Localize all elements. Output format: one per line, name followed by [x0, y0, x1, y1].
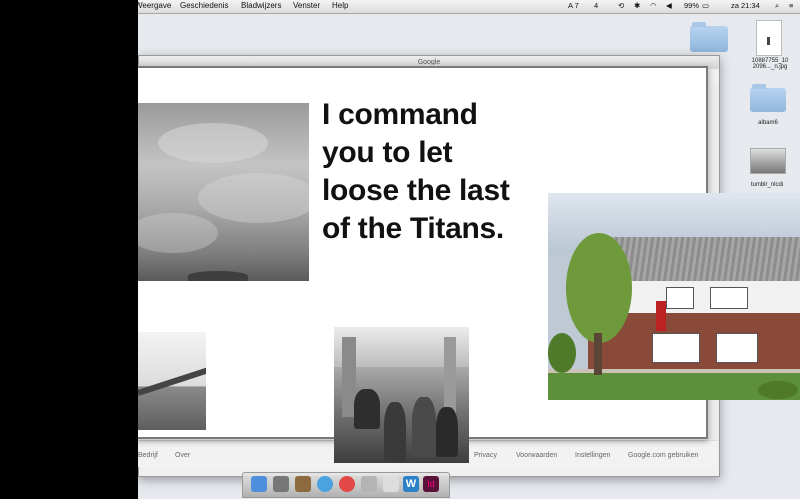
status-badge-b[interactable]: 4	[594, 1, 598, 10]
time-machine-icon[interactable]: ⟲	[618, 1, 624, 10]
clock[interactable]: za 21:34	[731, 1, 760, 10]
safari-icon[interactable]	[273, 476, 289, 492]
sky-photo	[138, 103, 309, 281]
preview-icon[interactable]	[361, 476, 377, 492]
status-badge-a[interactable]: A 7	[568, 1, 579, 10]
word-icon[interactable]: W	[403, 476, 419, 492]
battery-icon[interactable]: ▭	[702, 1, 709, 10]
quote-line: of the Titans.	[322, 212, 504, 245]
footer-link-voorwaarden[interactable]: Voorwaarden	[516, 452, 557, 459]
menu-geschiedenis[interactable]: Geschiedenis	[180, 1, 228, 10]
quote-line: you to let	[322, 136, 453, 169]
footer-link-bedrijf[interactable]: Bedrijf	[138, 452, 158, 459]
folder-icon[interactable]	[750, 84, 786, 112]
quote-line: I command	[322, 98, 478, 131]
bluetooth-icon[interactable]: ✱	[634, 1, 640, 10]
desktop-file-label: tumblr_nlcdi	[750, 182, 784, 188]
desktop-file-label: 10887755_10 2096..._n.jpg	[751, 58, 789, 70]
dock: W Id	[242, 472, 450, 498]
footer-link-instellingen[interactable]: Instellingen	[575, 452, 610, 459]
itunes-icon[interactable]	[339, 476, 355, 492]
desktop-folder-label: albam6	[758, 120, 778, 126]
wifi-icon[interactable]: ◠	[650, 1, 657, 10]
crowd-photo	[334, 327, 469, 463]
appstore-icon[interactable]	[317, 476, 333, 492]
volume-icon[interactable]: ◀	[666, 1, 672, 10]
image-file-icon[interactable]	[756, 20, 782, 56]
game-icon[interactable]	[383, 476, 399, 492]
menu-help[interactable]: Help	[332, 1, 348, 10]
footer-link-over[interactable]: Over	[175, 452, 190, 459]
house-photo	[548, 193, 800, 400]
menu-weergave[interactable]: Weergave	[135, 1, 171, 10]
spotlight-icon[interactable]: ⌕	[775, 1, 779, 11]
folder-icon[interactable]	[690, 22, 728, 52]
image-file-icon[interactable]	[750, 148, 786, 174]
menu-venster[interactable]: Venster	[293, 1, 320, 10]
menu-bladwijzers[interactable]: Bladwijzers	[241, 1, 281, 10]
notification-icon[interactable]: ≡	[789, 1, 793, 10]
black-left-panel	[0, 0, 138, 499]
footer-link-privacy[interactable]: Privacy	[474, 452, 497, 459]
photos-icon[interactable]	[295, 476, 311, 492]
roof-photo	[138, 332, 206, 430]
footer-link-google-com[interactable]: Google.com gebruiken	[628, 452, 698, 459]
indesign-icon[interactable]: Id	[423, 476, 439, 492]
quote-text: I command you to let loose the last of t…	[322, 96, 552, 248]
battery-label[interactable]: 99%	[684, 1, 699, 10]
finder-icon[interactable]	[251, 476, 267, 492]
quote-line: loose the last	[322, 174, 510, 207]
